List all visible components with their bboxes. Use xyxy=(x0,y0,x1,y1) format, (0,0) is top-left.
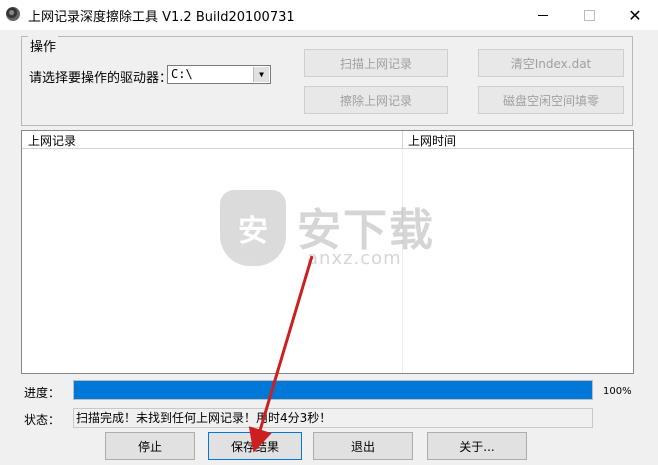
window-title: 上网记录深度擦除工具 V1.2 Build20100731 xyxy=(28,10,295,25)
progress-label: 进度： xyxy=(24,386,61,400)
erase-records-button[interactable]: 擦除上网记录 xyxy=(304,86,448,114)
save-results-button[interactable]: 保存结果 xyxy=(208,432,302,460)
wipe-free-space-button[interactable]: 磁盘空闲空间填零 xyxy=(478,86,624,114)
drive-select[interactable]: C:\ ▼ xyxy=(167,65,271,84)
exit-button[interactable]: 退出 xyxy=(313,432,413,460)
minimize-button[interactable] xyxy=(520,0,566,30)
close-icon: ✕ xyxy=(628,5,642,25)
watermark: 安 安下载 anxz.com xyxy=(215,190,445,272)
shield-logo-icon: 安 xyxy=(220,190,286,266)
progress-bar xyxy=(73,380,593,400)
status-text: 扫描完成！未找到任何上网记录！用时4分3秒！ xyxy=(73,408,593,428)
stop-button[interactable]: 停止 xyxy=(105,432,195,460)
operation-group-title: 操作 xyxy=(28,36,59,55)
column-header-time[interactable]: 上网时间 xyxy=(408,132,456,149)
drive-select-value: C:\ xyxy=(171,67,193,81)
records-list-header: 上网记录 上网时间 xyxy=(22,131,633,149)
drive-label: 请选择要操作的驱动器： xyxy=(29,71,173,86)
clear-index-button[interactable]: 清空Index.dat xyxy=(478,49,624,77)
chevron-down-icon[interactable]: ▼ xyxy=(253,67,269,82)
watermark-subtext: anxz.com xyxy=(307,248,402,269)
maximize-button[interactable] xyxy=(566,0,612,30)
minimize-icon xyxy=(538,14,548,16)
close-button[interactable]: ✕ xyxy=(612,0,658,30)
app-icon xyxy=(6,7,20,21)
column-divider[interactable] xyxy=(402,131,403,148)
progress-percent: 100% xyxy=(603,386,632,397)
progress-bar-fill xyxy=(74,381,592,399)
status-label: 状态： xyxy=(24,413,61,427)
about-button[interactable]: 关于... xyxy=(427,432,527,460)
scan-records-button[interactable]: 扫描上网记录 xyxy=(304,49,448,77)
title-bar: 上网记录深度擦除工具 V1.2 Build20100731 ✕ xyxy=(0,0,658,30)
maximize-icon xyxy=(583,9,595,21)
column-header-record[interactable]: 上网记录 xyxy=(28,132,76,149)
